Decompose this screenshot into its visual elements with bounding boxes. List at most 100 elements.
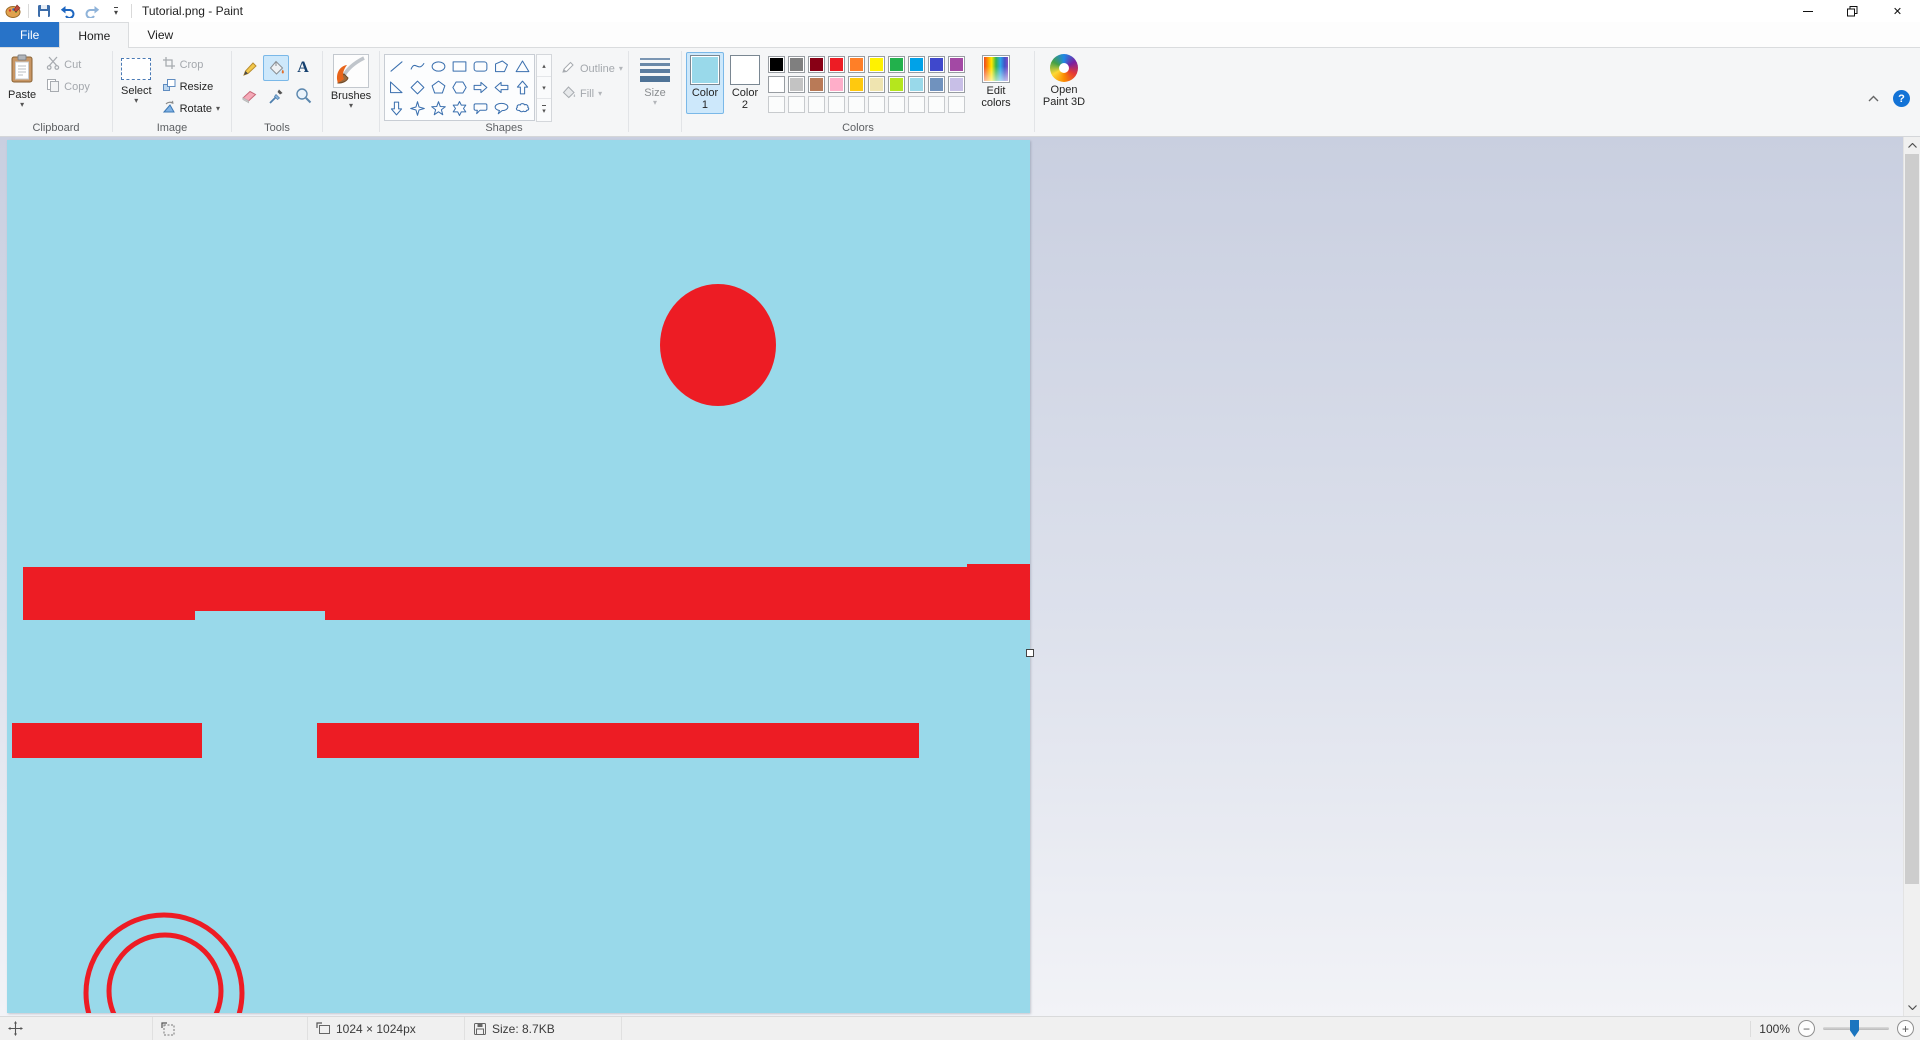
paint-logo-icon[interactable] [4,2,22,20]
redo-button[interactable] [83,2,101,20]
palette-swatch[interactable] [948,56,965,73]
shapes-scroll-up-button[interactable]: ▴ [537,55,551,77]
shape-star-6-button[interactable] [449,98,470,119]
resize-button[interactable]: Resize [160,77,222,96]
size-button[interactable]: Size ▾ [633,51,677,110]
palette-swatch[interactable] [868,76,885,93]
shapes-expand-button[interactable]: ▾ [537,99,551,121]
cut-button[interactable]: Cut [44,55,92,74]
palette-swatch[interactable] [768,76,785,93]
color-picker-tool-button[interactable] [263,82,289,108]
palette-swatch[interactable] [848,56,865,73]
vertical-scrollbar[interactable] [1903,137,1920,1016]
divider [28,4,29,18]
shape-pentagon-button[interactable] [428,77,449,98]
shape-arrow-down-button[interactable] [386,98,407,119]
palette-swatch[interactable] [808,76,825,93]
palette-swatch[interactable] [908,56,925,73]
drawing-canvas[interactable] [7,140,1030,1013]
polygon-icon [495,60,508,73]
restore-button[interactable] [1830,0,1875,22]
chevron-up-icon [1868,95,1879,101]
minimize-button[interactable] [1785,0,1830,22]
shape-hexagon-button[interactable] [449,77,470,98]
palette-swatch[interactable] [768,56,785,73]
save-button[interactable] [35,2,53,20]
shape-triangle-button[interactable] [512,56,533,77]
palette-swatch[interactable] [928,76,945,93]
undo-button[interactable] [59,2,77,20]
zoom-slider-thumb[interactable] [1850,1020,1859,1037]
window-controls: ✕ [1785,0,1920,22]
fill-tool-button[interactable] [263,55,289,81]
pencil-tool-button[interactable] [236,55,262,81]
window-title: Tutorial.png - Paint [142,4,243,18]
shape-fill-button[interactable]: Fill ▾ [559,84,625,103]
palette-swatch[interactable] [828,56,845,73]
shape-outline-button[interactable]: Outline ▾ [559,59,625,78]
scroll-up-button[interactable] [1904,137,1920,154]
magnifier-tool-button[interactable] [290,82,316,108]
status-cursor-position [0,1017,153,1040]
palette-empty-slot [848,96,865,113]
shapes-scroll-down-button[interactable]: ▾ [537,77,551,99]
crop-icon [162,56,176,73]
shape-callout-cloud-button[interactable] [512,98,533,119]
rotate-button[interactable]: Rotate ▾ [160,99,222,118]
shape-rounded-rectangle-button[interactable] [470,56,491,77]
help-button[interactable]: ? [1893,90,1910,107]
select-icon [121,58,152,80]
tab-home[interactable]: Home [59,22,130,48]
tab-file[interactable]: File [0,22,60,47]
palette-swatch[interactable] [828,76,845,93]
shape-rectangle-button[interactable] [449,56,470,77]
palette-swatch[interactable] [948,76,965,93]
eraser-tool-button[interactable] [236,82,262,108]
select-button[interactable]: Select ▾ [117,51,156,108]
shape-diamond-button[interactable] [407,77,428,98]
palette-swatch[interactable] [868,56,885,73]
canvas-resize-handle[interactable] [1026,649,1034,657]
tab-view[interactable]: View [129,22,191,47]
shape-right-triangle-button[interactable] [386,77,407,98]
palette-empty-slot [788,96,805,113]
qat-customize-button[interactable]: ▾ [107,2,125,20]
close-button[interactable]: ✕ [1875,0,1920,22]
shape-callout-oval-button[interactable] [491,98,512,119]
crop-button[interactable]: Crop [160,55,222,74]
shape-arrow-up-button[interactable] [512,77,533,98]
shape-star-5-button[interactable] [428,98,449,119]
paste-clipboard-icon [9,54,35,87]
shape-line-button[interactable] [386,56,407,77]
shape-callout-rounded-button[interactable] [470,98,491,119]
palette-swatch[interactable] [808,56,825,73]
zoom-in-button[interactable]: + [1897,1020,1914,1037]
edit-colors-button[interactable]: Edit colors [970,52,1022,112]
shape-arrow-right-button[interactable] [470,77,491,98]
palette-swatch[interactable] [788,76,805,93]
color2-button[interactable]: Color 2 [726,52,764,114]
paste-button[interactable]: Paste ▾ [4,51,40,112]
scroll-down-button[interactable] [1904,999,1920,1016]
palette-swatch[interactable] [908,76,925,93]
color1-button[interactable]: Color 1 [686,52,724,114]
collapse-ribbon-button[interactable] [1868,93,1879,105]
zoom-out-button[interactable]: − [1798,1020,1815,1037]
open-paint3d-button[interactable]: Open Paint 3D [1039,51,1089,111]
shape-curve-button[interactable] [407,56,428,77]
shape-arrow-left-button[interactable] [491,77,512,98]
right-triangle-icon [390,81,403,94]
palette-swatch[interactable] [788,56,805,73]
shape-ellipse-button[interactable] [428,56,449,77]
copy-button[interactable]: Copy [44,77,92,96]
text-tool-button[interactable]: A [290,55,316,81]
palette-swatch[interactable] [888,76,905,93]
palette-swatch[interactable] [888,56,905,73]
palette-swatch[interactable] [928,56,945,73]
shape-star-4-button[interactable] [407,98,428,119]
palette-swatch[interactable] [848,76,865,93]
scrollbar-thumb[interactable] [1905,154,1919,884]
brushes-button[interactable]: Brushes ▾ [327,51,375,113]
shape-polygon-button[interactable] [491,56,512,77]
zoom-slider[interactable] [1823,1020,1889,1037]
